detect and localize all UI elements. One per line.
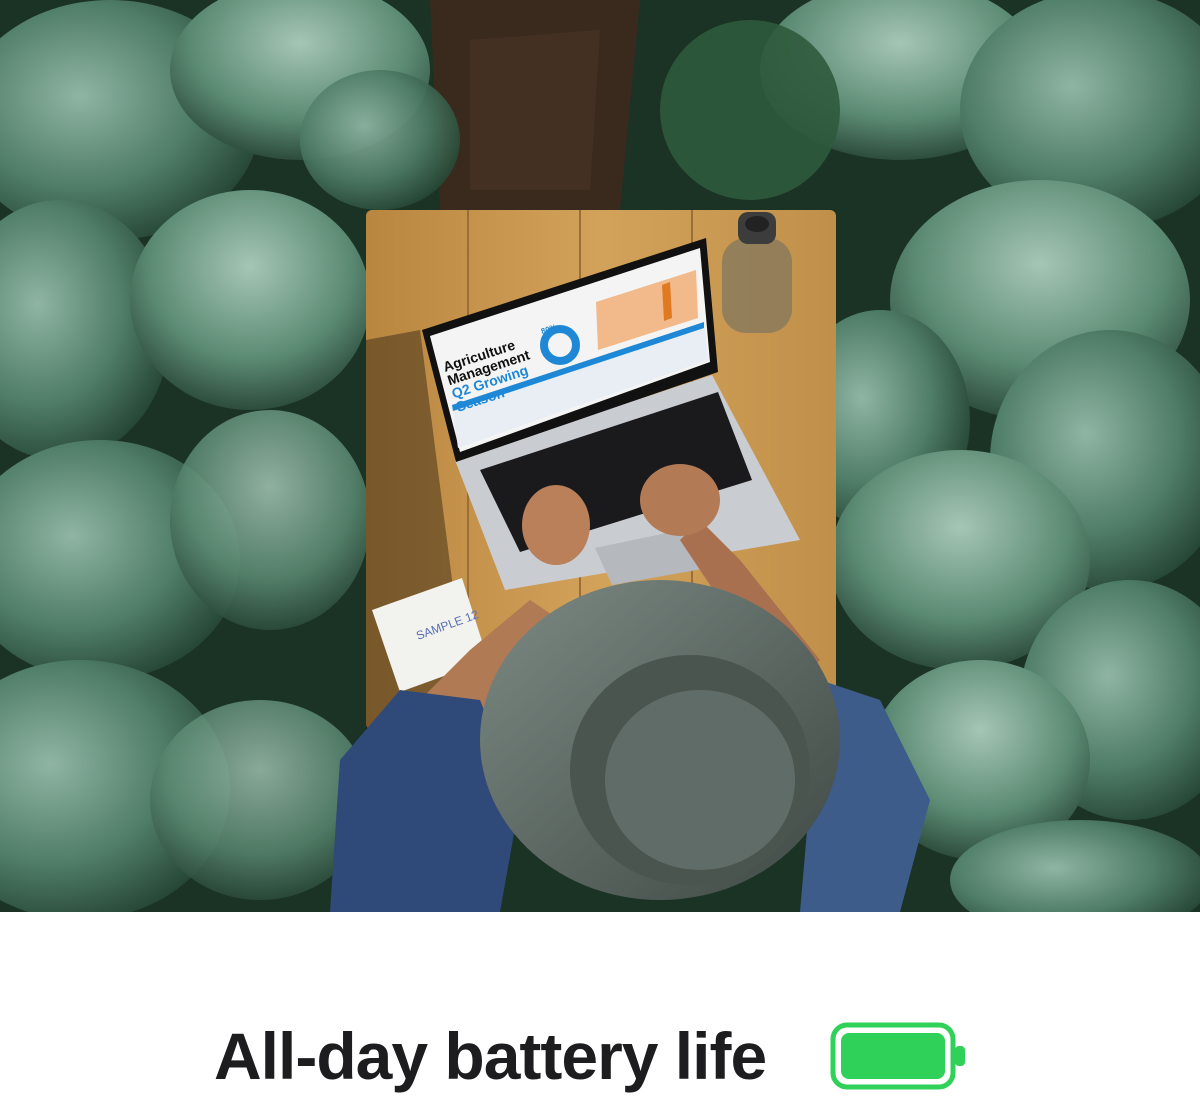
field-scene: Agriculture Management Q2 Growing Season… (0, 0, 1200, 912)
battery-full-icon (830, 1022, 965, 1090)
hero-photo: Agriculture Management Q2 Growing Season… (0, 0, 1200, 912)
caption-headline: All-day battery life (214, 1019, 767, 1093)
